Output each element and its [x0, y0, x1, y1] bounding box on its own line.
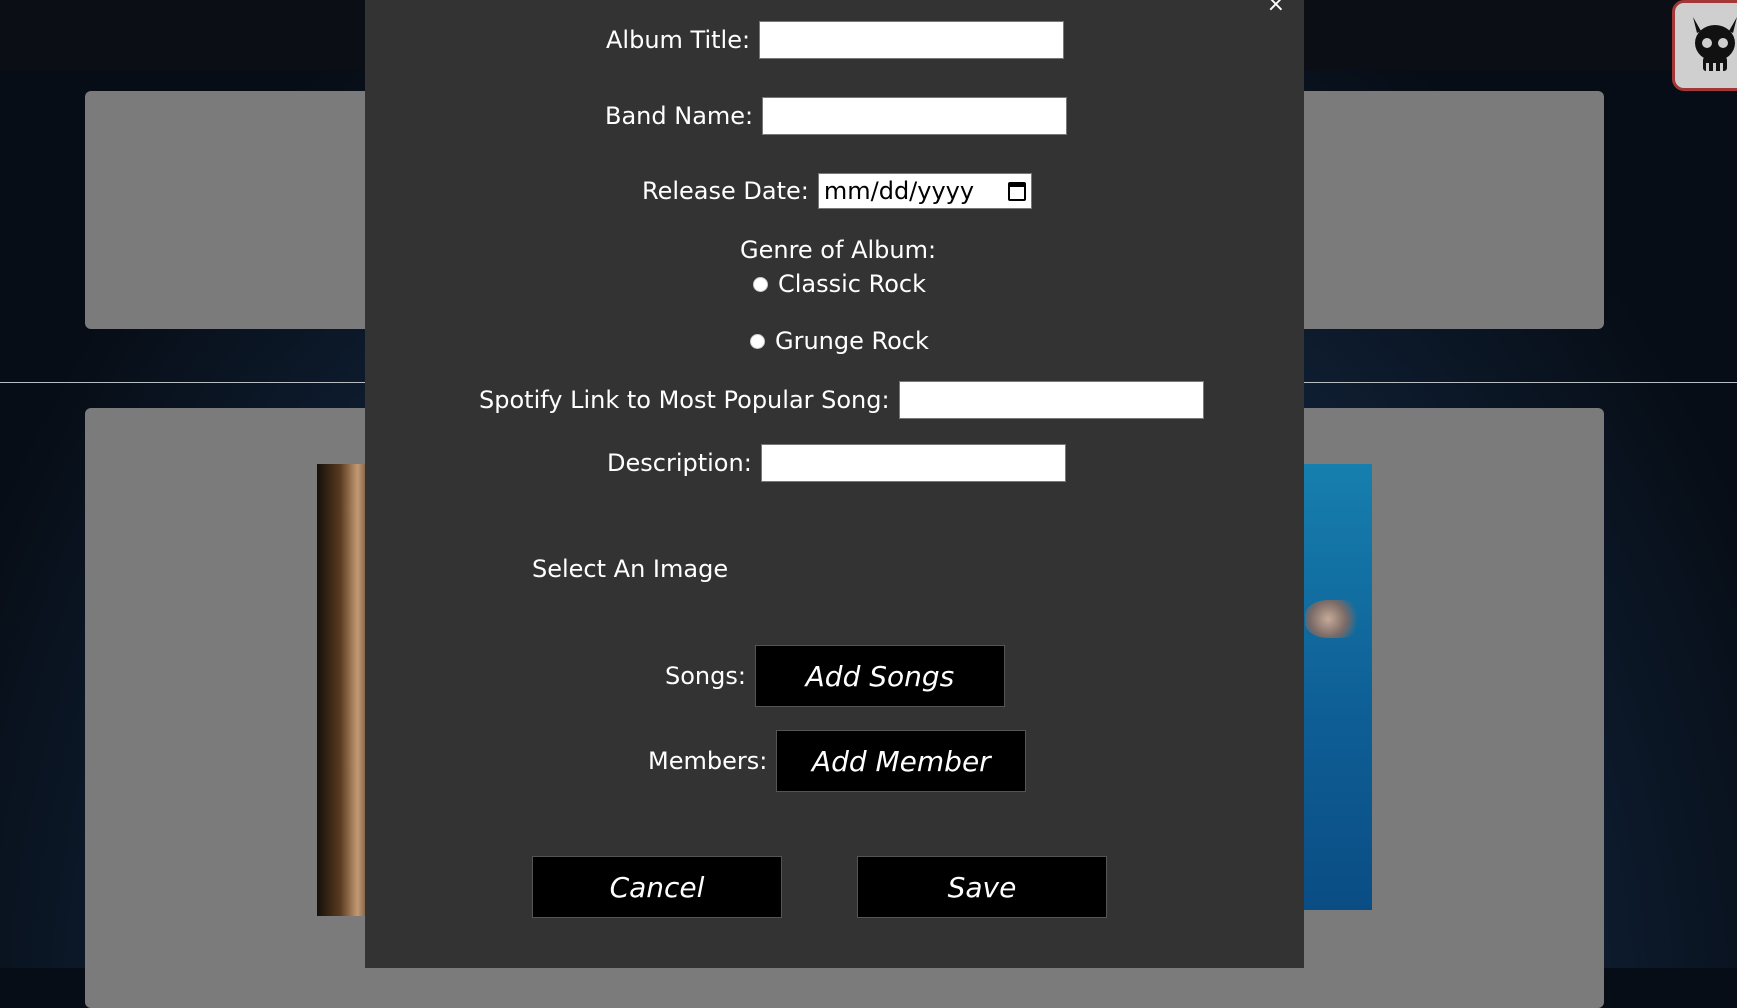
songs-row: Songs: Add Songs	[665, 645, 1005, 707]
radio-label-classic-rock: Classic Rock	[778, 270, 927, 298]
description-input[interactable]	[760, 444, 1066, 482]
description-label: Description:	[607, 449, 752, 477]
spotify-label: Spotify Link to Most Popular Song:	[479, 386, 890, 414]
radio-label-grunge-rock: Grunge Rock	[775, 327, 929, 355]
cancel-button[interactable]: Cancel	[532, 856, 782, 918]
release-date-placeholder: mm/dd/yyyy	[823, 177, 975, 205]
add-member-button[interactable]: Add Member	[776, 730, 1027, 792]
save-button[interactable]: Save	[857, 856, 1107, 918]
release-date-label: Release Date:	[642, 177, 809, 205]
calendar-icon[interactable]	[1007, 181, 1026, 201]
album-title-label: Album Title:	[606, 26, 751, 54]
release-date-input[interactable]: mm/dd/yyyy	[817, 173, 1032, 209]
band-name-row: Band Name:	[605, 97, 1068, 135]
members-label: Members:	[648, 747, 768, 775]
members-row: Members: Add Member	[648, 730, 1027, 792]
select-image-label[interactable]: Select An Image	[532, 555, 728, 583]
add-songs-button[interactable]: Add Songs	[754, 645, 1005, 707]
genre-heading: Genre of Album:	[740, 236, 936, 264]
select-image-row[interactable]: Select An Image	[532, 555, 728, 583]
band-name-label: Band Name:	[605, 102, 754, 130]
description-row: Description:	[607, 444, 1066, 482]
album-title-input[interactable]	[759, 21, 1065, 59]
radio-grunge-rock[interactable]	[750, 333, 765, 349]
album-cover-figure	[1305, 600, 1363, 638]
release-date-row: Release Date: mm/dd/yyyy	[642, 173, 1032, 209]
spotify-row: Spotify Link to Most Popular Song:	[479, 381, 1204, 419]
genre-label: Genre of Album:	[740, 236, 937, 264]
songs-label: Songs:	[665, 662, 746, 690]
album-title-row: Album Title:	[606, 21, 1065, 59]
genre-option-classic-rock[interactable]: Classic Rock	[753, 270, 926, 298]
close-icon[interactable]: ×	[1267, 0, 1285, 17]
skull-logo-icon	[1693, 16, 1737, 71]
band-name-input[interactable]	[762, 97, 1068, 135]
logo[interactable]	[1672, 0, 1737, 91]
genre-option-grunge-rock[interactable]: Grunge Rock	[750, 327, 929, 355]
add-album-modal: × Album Title: Band Name: Release Date: …	[365, 0, 1304, 968]
radio-classic-rock[interactable]	[753, 276, 768, 292]
spotify-link-input[interactable]	[898, 381, 1204, 419]
